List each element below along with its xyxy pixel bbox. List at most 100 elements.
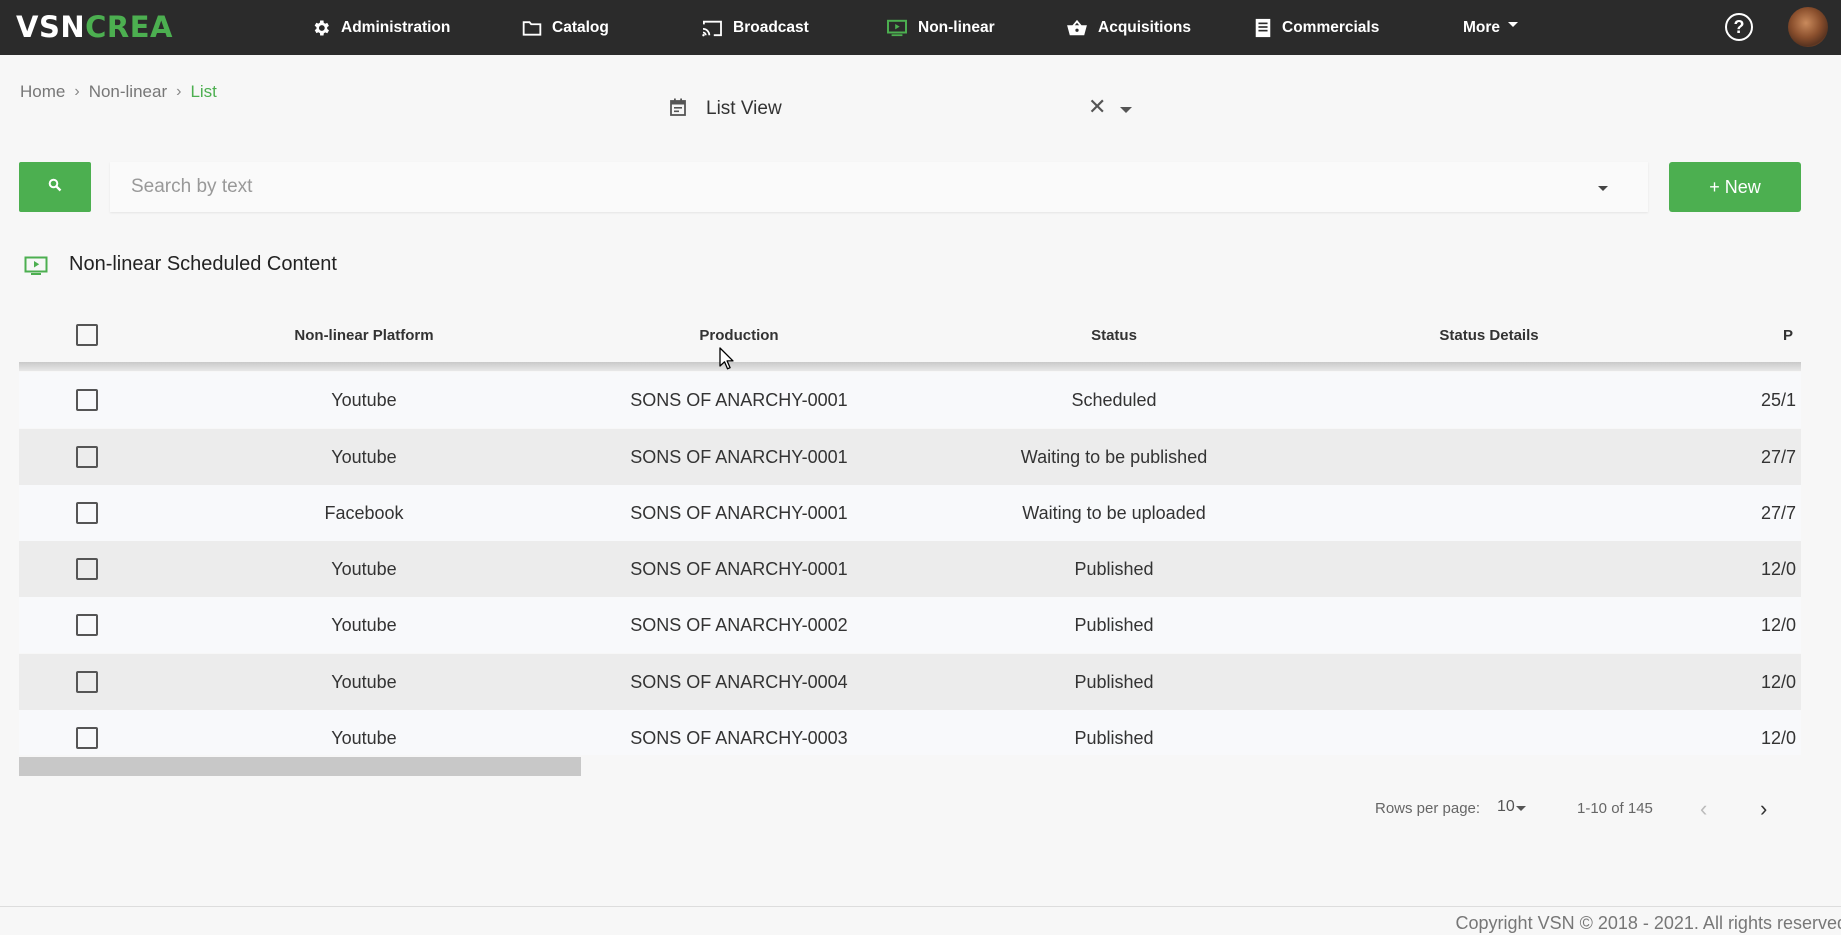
select-all-checkbox[interactable] <box>76 324 98 346</box>
row-checkbox[interactable] <box>76 558 98 580</box>
search-input[interactable] <box>110 162 1648 212</box>
breadcrumb: Home › Non-linear › List <box>20 82 217 102</box>
cell-production: SONS OF ANARCHY-0001 <box>630 446 848 467</box>
cell-status-details <box>1364 429 1614 485</box>
cell-status: Published <box>1074 558 1154 579</box>
nav-label: Catalog <box>552 18 609 36</box>
column-header-platform[interactable]: Non-linear Platform <box>239 310 489 360</box>
nav-acquisitions[interactable]: Acquisitions <box>1066 0 1191 55</box>
table-row[interactable]: Facebook SONS OF ANARCHY-0001 Waiting to b… <box>19 485 1801 541</box>
nav-label: Non-linear <box>918 18 995 36</box>
logo-part-2: CREA <box>85 10 173 44</box>
rows-per-page-select[interactable]: 10 <box>1497 798 1515 816</box>
nav-label: Administration <box>341 18 451 36</box>
row-checkbox[interactable] <box>76 446 98 468</box>
cell-platform: Youtube <box>331 614 397 635</box>
horizontal-scrollbar[interactable] <box>19 757 581 776</box>
cell-production: SONS OF ANARCHY-0002 <box>630 614 848 635</box>
table-row[interactable]: Youtube SONS OF ANARCHY-0001 Waiting to be… <box>19 429 1801 485</box>
vsncrea-logo[interactable]: VSNCREA <box>16 10 173 44</box>
breadcrumb-separator: › <box>176 83 182 100</box>
nav-label: Commercials <box>1282 18 1380 36</box>
help-icon[interactable]: ? <box>1725 13 1753 41</box>
footer-copyright: Copyright VSN © 2018 - 2021. All rights … <box>1455 913 1841 933</box>
cell-status: Published <box>1074 671 1154 692</box>
nav-label: More <box>1463 18 1501 36</box>
cell-status-details <box>1364 372 1614 428</box>
cell-platform: Youtube <box>331 727 397 748</box>
column-header-status[interactable]: Status <box>989 310 1239 360</box>
breadcrumb-separator: › <box>74 83 80 100</box>
column-header-status-details[interactable]: Status Details <box>1364 310 1614 360</box>
nav-administration[interactable]: Administration <box>311 0 450 55</box>
nav-label: Broadcast <box>733 18 809 36</box>
cell-production: SONS OF ANARCHY-0001 <box>630 558 848 579</box>
play-screen-icon <box>886 19 908 37</box>
cell-status-details <box>1364 485 1614 541</box>
search-icon <box>48 178 62 197</box>
rows-per-page-caret-icon[interactable] <box>1516 806 1526 811</box>
cell-platform: Youtube <box>331 671 397 692</box>
cell-platform: Youtube <box>331 446 397 467</box>
nav-broadcast[interactable]: Broadcast <box>701 0 809 55</box>
cell-status-details <box>1364 710 1614 755</box>
nav-more[interactable]: More <box>1463 0 1519 55</box>
table-row[interactable]: Youtube SONS OF ANARCHY-0002 Published 12/0 <box>19 597 1801 653</box>
cell-status: Published <box>1074 727 1154 748</box>
row-checkbox[interactable] <box>76 671 98 693</box>
cell-production: SONS OF ANARCHY-0004 <box>630 671 848 692</box>
column-header-publish-date[interactable]: P <box>1783 310 1801 360</box>
nav-commercials[interactable]: Commercials <box>1254 0 1379 55</box>
cell-platform: Youtube <box>331 389 397 410</box>
row-checkbox[interactable] <box>76 389 98 411</box>
cast-icon <box>701 19 723 37</box>
previous-page-icon[interactable]: ‹ <box>1700 796 1707 822</box>
view-dropdown-caret-icon[interactable] <box>1120 107 1132 113</box>
table-row[interactable]: Youtube SONS OF ANARCHY-0001 Scheduled 25/1 <box>19 372 1801 428</box>
cell-publish-date: 27/7 <box>1761 446 1797 467</box>
row-checkbox[interactable] <box>76 614 98 636</box>
cell-publish-date: 12/0 <box>1761 558 1797 579</box>
cell-status: Waiting to be uploaded <box>1022 502 1206 523</box>
cell-status-details <box>1364 654 1614 710</box>
cell-platform: Facebook <box>324 502 404 523</box>
pagination-range: 1-10 of 145 <box>1577 800 1653 817</box>
table-row[interactable]: Youtube SONS OF ANARCHY-0001 Published 12/0 <box>19 541 1801 597</box>
table-header: Non-linear Platform Production Status St… <box>19 310 1801 360</box>
cell-publish-date: 25/1 <box>1761 389 1797 410</box>
cell-status: Published <box>1074 614 1154 635</box>
next-page-icon[interactable]: › <box>1760 796 1767 822</box>
top-navbar: VSNCREA Administration Catalog Broadcast… <box>0 0 1841 55</box>
cell-production: SONS OF ANARCHY-0003 <box>630 727 848 748</box>
search-button[interactable] <box>19 162 91 212</box>
breadcrumb-non-linear[interactable]: Non-linear <box>89 82 167 102</box>
row-checkbox[interactable] <box>76 502 98 524</box>
search-options-caret-icon[interactable] <box>1598 186 1608 191</box>
cell-platform: Youtube <box>331 558 397 579</box>
breadcrumb-home[interactable]: Home <box>20 82 65 102</box>
cell-status-details <box>1364 541 1614 597</box>
clear-view-icon[interactable]: ✕ <box>1088 94 1106 120</box>
nav-non-linear[interactable]: Non-linear <box>886 0 995 55</box>
cell-status-details <box>1364 597 1614 653</box>
content-table: Non-linear Platform Production Status St… <box>19 310 1801 755</box>
view-selector[interactable]: List View ✕ <box>670 94 1135 124</box>
section-title: Non-linear Scheduled Content <box>69 253 337 275</box>
table-row[interactable]: Youtube SONS OF ANARCHY-0003 Published 12/0 <box>19 710 1801 755</box>
gear-icon <box>311 18 331 38</box>
play-screen-icon <box>24 256 48 281</box>
column-header-production[interactable]: Production <box>614 310 864 360</box>
nav-catalog[interactable]: Catalog <box>522 0 609 55</box>
cell-publish-date: 12/0 <box>1761 727 1797 748</box>
view-selector-value: List View <box>706 98 782 119</box>
search-field <box>110 162 1648 212</box>
table-row[interactable]: Youtube SONS OF ANARCHY-0004 Published 12/0 <box>19 654 1801 710</box>
logo-part-1: VSN <box>16 10 86 44</box>
avatar[interactable] <box>1788 7 1828 47</box>
row-checkbox[interactable] <box>76 727 98 749</box>
document-icon <box>1254 18 1272 38</box>
rows-per-page-label: Rows per page: <box>1375 800 1481 817</box>
mouse-cursor-icon <box>719 347 735 376</box>
new-button[interactable]: + New <box>1669 162 1801 212</box>
cell-publish-date: 12/0 <box>1761 671 1797 692</box>
